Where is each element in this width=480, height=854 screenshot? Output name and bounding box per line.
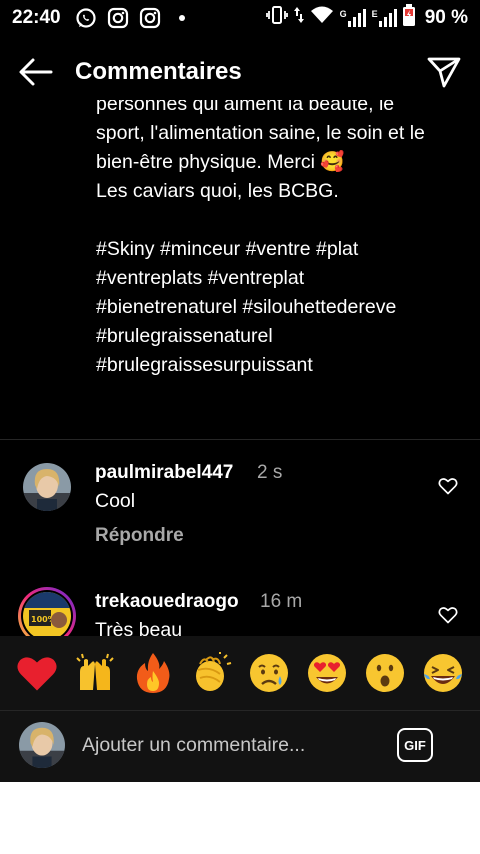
comment-item: paulmirabel447 2 s Cool Répondre: [0, 455, 480, 565]
comment-text: Très beau: [95, 619, 183, 636]
status-right-icons: G E 90 %: [265, 0, 468, 36]
like-heart-icon[interactable]: [438, 605, 458, 625]
comment-username[interactable]: paulmirabel447: [95, 462, 233, 484]
battery-percent: 90 %: [424, 7, 468, 28]
app-screen: 22:40 G E 90 % Commentaires personnes qu…: [0, 0, 480, 782]
signal-icon: G: [340, 9, 366, 27]
comment-item: 100% trekaouedraogo 16 m Très beau: [0, 585, 480, 636]
data-arrows-icon: [293, 5, 304, 31]
reply-button[interactable]: Répondre: [95, 525, 184, 547]
instagram-icon: [139, 7, 161, 29]
paper-plane-icon: [427, 57, 461, 88]
back-button[interactable]: [18, 56, 54, 88]
comment-text: Cool: [95, 490, 136, 512]
comment-username[interactable]: trekaouedraogo: [95, 591, 239, 613]
avatar: [19, 722, 65, 768]
emoji-crying-face[interactable]: [247, 651, 291, 695]
emoji-heart-eyes[interactable]: [305, 651, 349, 695]
signal-icon: E: [372, 9, 397, 27]
emoji-raised-hands[interactable]: [73, 651, 117, 695]
avatar[interactable]: [23, 463, 71, 511]
comment-time: 16 m: [260, 591, 303, 612]
gif-button[interactable]: GIF: [397, 728, 433, 762]
vibrate-icon: [265, 5, 288, 31]
status-bar: 22:40 G E 90 %: [0, 0, 480, 36]
emoji-quick-bar: [0, 636, 480, 710]
status-time: 22:40: [12, 7, 61, 28]
instagram-icon: [107, 7, 129, 29]
wifi-icon: [310, 5, 334, 31]
emoji-surprised-face[interactable]: [363, 651, 407, 695]
emoji-fire[interactable]: [131, 651, 175, 695]
like-heart-icon[interactable]: [438, 476, 458, 496]
comment-time: 2 s: [257, 462, 283, 483]
emoji-tears-of-joy[interactable]: [421, 651, 465, 695]
share-button[interactable]: [426, 54, 462, 90]
comment-composer: Ajouter un commentaire... GIF: [0, 711, 480, 782]
network-type-label-2: E: [371, 9, 378, 19]
post-caption: personnes qui aiment la beauté, le sport…: [0, 100, 480, 440]
notification-dot: [178, 15, 185, 21]
caption-divider: [0, 439, 480, 440]
page-title: Commentaires: [75, 58, 242, 85]
emoji-clapping-hands[interactable]: [189, 651, 233, 695]
whatsapp-icon: [75, 7, 97, 29]
battery-icon: [402, 4, 415, 32]
network-type-label: G: [339, 9, 347, 19]
comment-input[interactable]: Ajouter un commentaire...: [82, 734, 305, 757]
caption-text: personnes qui aiment la beauté, le sport…: [96, 100, 425, 376]
emoji-heart[interactable]: [15, 651, 59, 695]
comments-header: Commentaires: [0, 44, 480, 100]
avatar[interactable]: 100%: [18, 587, 76, 636]
